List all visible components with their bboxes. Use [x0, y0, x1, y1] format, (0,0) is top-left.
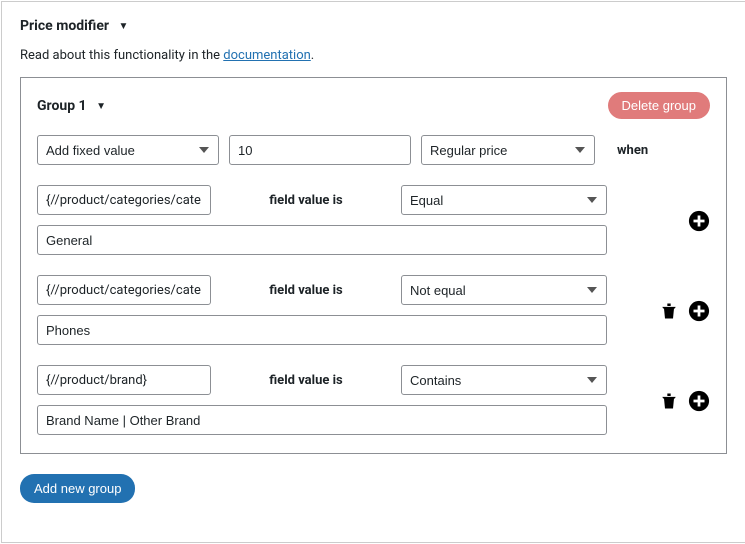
- delete-group-button[interactable]: Delete group: [608, 92, 710, 119]
- field-value-is-label: field value is: [221, 283, 391, 298]
- group-box: Group 1 ▼ Delete group Add fixed value R…: [20, 77, 727, 454]
- comparison-select[interactable]: Equal: [401, 185, 607, 215]
- comparison-select[interactable]: Not equal: [401, 275, 607, 305]
- condition-value-input[interactable]: [37, 315, 607, 345]
- group-header: Group 1 ▼ Delete group: [37, 92, 710, 119]
- comparison-select[interactable]: Contains: [401, 365, 607, 395]
- field-path-input[interactable]: [37, 275, 211, 305]
- caret-down-icon: ▼: [119, 21, 129, 32]
- plus-circle-icon[interactable]: [688, 300, 710, 322]
- group-title-text: Group 1: [37, 98, 87, 114]
- intro-suffix: .: [311, 48, 314, 63]
- trash-icon[interactable]: [658, 300, 680, 322]
- price-modifier-panel: Price modifier ▼ Read about this functio…: [1, 1, 745, 543]
- intro-prefix: Read about this functionality in the: [20, 48, 223, 63]
- field-value-is-label: field value is: [221, 193, 391, 208]
- price-type-select[interactable]: Regular price: [421, 135, 595, 165]
- panel-title-text: Price modifier: [20, 18, 109, 34]
- condition-row: field value is Contains: [37, 365, 710, 437]
- action-select[interactable]: Add fixed value: [37, 135, 219, 165]
- condition-row: field value is Equal: [37, 185, 710, 257]
- field-value-is-label: field value is: [221, 373, 391, 388]
- group-title[interactable]: Group 1 ▼: [37, 98, 106, 114]
- plus-circle-icon[interactable]: [688, 210, 710, 232]
- condition-value-input[interactable]: [37, 405, 607, 435]
- when-label: when: [617, 143, 648, 158]
- caret-down-icon: ▼: [96, 101, 106, 112]
- field-path-input[interactable]: [37, 365, 211, 395]
- trash-icon[interactable]: [658, 390, 680, 412]
- panel-title[interactable]: Price modifier ▼: [20, 18, 727, 34]
- condition-value-input[interactable]: [37, 225, 607, 255]
- value-input[interactable]: [229, 135, 411, 165]
- plus-circle-icon[interactable]: [688, 390, 710, 412]
- group-action-row: Add fixed value Regular price when: [37, 135, 710, 165]
- condition-row: field value is Not equal: [37, 275, 710, 347]
- documentation-link[interactable]: documentation: [223, 48, 311, 63]
- field-path-input[interactable]: [37, 185, 211, 215]
- intro-text: Read about this functionality in the doc…: [20, 48, 727, 63]
- add-new-group-button[interactable]: Add new group: [20, 474, 135, 503]
